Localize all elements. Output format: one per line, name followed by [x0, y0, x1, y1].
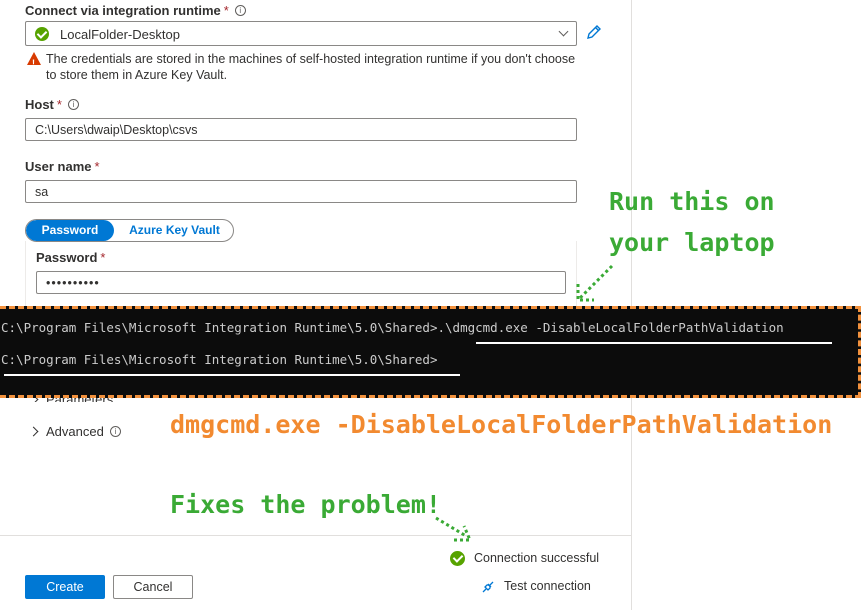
chevron-right-icon	[28, 426, 39, 437]
annotation-run-line2: your laptop	[609, 228, 775, 257]
username-label: User name *	[25, 159, 100, 174]
cancel-button[interactable]: Cancel	[113, 575, 193, 599]
runtime-select-value: LocalFolder-Desktop	[60, 27, 180, 42]
terminal-line: C:\Program Files\Microsoft Integration R…	[1, 320, 784, 335]
terminal-line: C:\Program Files\Microsoft Integration R…	[1, 352, 438, 367]
tab-password[interactable]: Password	[26, 220, 114, 241]
annotation-command: dmgcmd.exe -DisableLocalFolderPathValida…	[170, 410, 833, 439]
check-circle-icon	[35, 27, 49, 41]
password-input[interactable]	[36, 271, 566, 294]
chevron-down-icon	[558, 26, 569, 37]
pencil-icon[interactable]	[584, 22, 604, 42]
create-button[interactable]: Create	[25, 575, 105, 599]
annotation-fixes: Fixes the problem!	[170, 490, 441, 519]
connection-status: Connection successful	[450, 551, 600, 566]
status-text: Connection successful	[474, 551, 600, 565]
test-connection-link[interactable]: Test connection	[480, 579, 591, 593]
divider	[0, 535, 632, 536]
password-label: Password *	[36, 250, 106, 265]
check-circle-icon	[450, 551, 465, 566]
host-input[interactable]	[25, 118, 577, 141]
info-icon[interactable]: i	[234, 5, 246, 16]
username-input[interactable]	[25, 180, 577, 203]
info-icon[interactable]: i	[67, 99, 79, 110]
annotation-run-line1: Run this on	[609, 187, 775, 216]
command-underline	[476, 342, 832, 344]
host-label: Host * i	[25, 97, 79, 112]
credentials-warning: ! The credentials are stored in the mach…	[27, 51, 577, 83]
warning-icon: !	[27, 52, 41, 68]
prompt-underline	[4, 374, 460, 376]
advanced-section[interactable]: Advanced i	[28, 424, 121, 439]
arrow-icon	[435, 516, 473, 542]
auth-type-toggle: Password Azure Key Vault	[25, 219, 234, 242]
terminal-window: C:\Program Files\Microsoft Integration R…	[0, 306, 861, 398]
runtime-select[interactable]: LocalFolder-Desktop	[25, 21, 577, 46]
info-icon[interactable]: i	[109, 426, 121, 437]
arrow-icon	[576, 264, 614, 302]
warning-text: The credentials are stored in the machin…	[46, 52, 576, 82]
runtime-label: Connect via integration runtime * i	[25, 3, 246, 18]
tab-azure-key-vault[interactable]: Azure Key Vault	[116, 220, 233, 241]
plug-icon	[482, 581, 494, 593]
